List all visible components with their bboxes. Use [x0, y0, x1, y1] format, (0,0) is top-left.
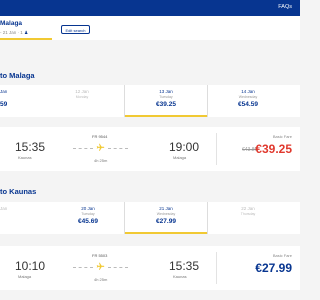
date-label: 20 Jan: [81, 206, 95, 211]
fare-type-label: Basic Fare: [272, 253, 292, 258]
date-label: Jan: [0, 206, 8, 211]
search-summary: Malaga - 21 Jan · 1 ♟ Edit search: [0, 16, 300, 40]
flight-duration: 4h 25m: [94, 158, 108, 163]
weekday-label: Wednesday: [238, 95, 258, 99]
date-price: €54.59: [238, 101, 258, 108]
search-details: - 21 Jan · 1 ♟: [0, 30, 28, 36]
outbound-date-cell[interactable]: 14 Jan Wednesday €54.59: [214, 85, 282, 117]
route-line: [73, 148, 93, 149]
departure-time: 15:35: [15, 140, 46, 154]
outbound-date-cell[interactable]: Jan 59: [0, 85, 40, 117]
date-label: 21 Jan: [159, 206, 173, 211]
departure-city: Malaga: [18, 274, 32, 279]
passenger-count: 1: [20, 30, 23, 35]
fare-type-label: Basic Fare: [272, 134, 292, 139]
weekday-label: Wednesday: [156, 212, 176, 216]
outbound-date-row: Jan 59 12 Jan Monday 13 Jan Tuesday €39.…: [0, 85, 300, 117]
search-route: Malaga: [0, 20, 23, 27]
date-label: 12 Jan: [75, 89, 89, 94]
selected-date-indicator: [125, 115, 207, 117]
date-label: Jan: [0, 89, 8, 94]
search-date: - 21 Jan: [0, 30, 17, 35]
fare-price: €39.25: [255, 142, 292, 156]
date-label: 14 Jan: [241, 89, 255, 94]
plane-icon: [96, 143, 105, 151]
plane-icon: [96, 262, 105, 270]
route-line: [108, 148, 128, 149]
search-active-underline: [0, 38, 52, 40]
weekday-label: Tuesday: [81, 212, 95, 216]
faqs-link[interactable]: FAQs: [278, 4, 292, 10]
date-label: 22 Jan: [241, 206, 255, 211]
return-date-cell[interactable]: Jan: [0, 202, 40, 234]
date-price: 59: [0, 101, 8, 108]
weekday-label: Thursday: [240, 212, 256, 216]
selected-date-indicator: [125, 232, 207, 234]
arrival-time: 19:00: [169, 140, 200, 154]
arrival-time: 15:35: [169, 259, 200, 273]
arrival-city: Malaga: [173, 155, 187, 160]
outbound-date-cell[interactable]: 12 Jan Monday: [54, 85, 110, 117]
weekday-label: Monday: [75, 95, 89, 99]
card-divider: [216, 252, 217, 284]
top-bar: FAQs: [0, 0, 300, 16]
flight-duration: 4h 25m: [94, 277, 108, 282]
card-divider: [216, 133, 217, 165]
flight-number: FR 5503: [92, 253, 108, 258]
arrival-city: Kaunas: [173, 274, 187, 279]
return-date-cell[interactable]: 20 Jan Tuesday €45.69: [54, 202, 122, 234]
return-date-row: Jan 20 Jan Tuesday €45.69 21 Jan Wednesd…: [0, 202, 300, 234]
return-date-cell[interactable]: 22 Jan Thursday: [214, 202, 282, 234]
date-price: €39.25: [156, 101, 176, 108]
return-date-cell-selected[interactable]: 21 Jan Wednesday €27.99: [124, 202, 208, 234]
return-title: to Kaunas: [0, 187, 37, 196]
return-flight-card[interactable]: FR 5503 10:10 Malaga 4h 25m 15:35 Kaunas…: [0, 246, 300, 290]
outbound-title: to Malaga: [0, 71, 35, 80]
date-label: 13 Jan: [159, 89, 173, 94]
person-icon: ♟: [24, 30, 29, 35]
edit-search-button[interactable]: Edit search: [61, 25, 90, 34]
weekday-label: Tuesday: [159, 95, 173, 99]
date-price: €27.99: [156, 218, 176, 225]
date-price: €45.69: [78, 218, 98, 225]
route-line: [73, 267, 93, 268]
outbound-date-cell-selected[interactable]: 13 Jan Tuesday €39.25: [124, 85, 208, 117]
route-line: [108, 267, 128, 268]
departure-city: Kaunas: [18, 155, 32, 160]
outbound-flight-card[interactable]: FR 9544 15:35 Kaunas 4h 25m 19:00 Malaga…: [0, 127, 300, 171]
departure-time: 10:10: [15, 259, 46, 273]
flight-number: FR 9544: [92, 134, 108, 139]
fare-price: €27.99: [255, 261, 292, 275]
